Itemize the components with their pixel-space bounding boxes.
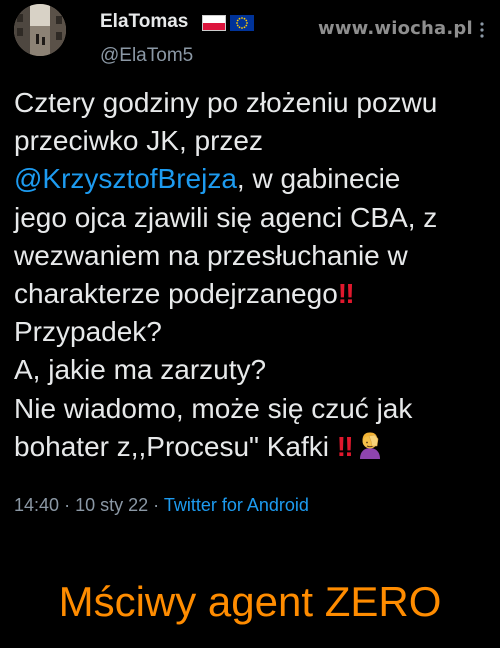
tweet-line-text: A, jakie ma zarzuty? [14, 354, 267, 386]
tweet-source-link[interactable]: Twitter for Android [164, 495, 309, 515]
meta-separator: · [153, 495, 160, 515]
more-options-icon[interactable] [480, 22, 484, 40]
tweet-time[interactable]: 14:40 [14, 495, 59, 515]
tweet-text: Cztery godziny po złożeniu pozwu przeciw… [14, 84, 494, 466]
tweet-line: wezwaniem na przesłuchanie w [14, 237, 494, 275]
tweet-line: charakterze podejrzanego‼ [14, 275, 494, 313]
tweet-line-text: Nie wiadomo, może się czuć jak [14, 392, 413, 424]
double-exclamation-icon: ‼ [336, 430, 354, 462]
tweet-line: Przypadek? [14, 313, 494, 351]
meme-caption: Mściwy agent ZERO [58, 578, 442, 625]
user-handle[interactable]: @ElaTom5 [100, 45, 193, 67]
user-display-name[interactable]: ElaTomas [100, 11, 188, 33]
mention-link[interactable]: @KrzysztofBrejza [14, 163, 237, 194]
tweet-metadata: 14:40 · 10 sty 22 · Twitter for Android [14, 495, 309, 516]
tweet-line-text: wezwaniem na przesłuchanie w [14, 239, 408, 271]
tweet-line-text: jego ojca zjawili się agenci CBA, z [14, 201, 438, 233]
avatar[interactable] [14, 4, 66, 56]
tweet-line: bohater z,,Procesu" Kafki ‼ [14, 428, 494, 466]
tweet-line-text: , w gabinecie [236, 163, 401, 195]
tweet-date[interactable]: 10 sty 22 [75, 495, 148, 515]
tweet-line: Cztery godziny po złożeniu pozwu [14, 84, 494, 122]
eu-flag-icon [230, 15, 254, 31]
tweet-line-text: charakterze podejrzanego [14, 277, 338, 309]
tweet-line-text: bohater z,,Procesu" Kafki [14, 430, 337, 462]
tweet-line-text: Przypadek? [14, 316, 162, 348]
tweet-line: Nie wiadomo, może się czuć jak [14, 390, 494, 428]
site-watermark: www.wiocha.pl [318, 18, 473, 39]
pl-flag-icon [202, 15, 226, 31]
tweet-line: jego ojca zjawili się agenci CBA, z [14, 199, 494, 237]
meta-separator: · [64, 495, 71, 515]
tweet-line: A, jakie ma zarzuty? [14, 351, 494, 389]
tweet-line: przeciwko JK, przez [14, 122, 494, 160]
tweet-line: @KrzysztofBrejza, w gabinecie [14, 160, 494, 198]
tweet-line-text: przeciwko JK, przez [14, 125, 263, 157]
tweet-line-text: Cztery godziny po złożeniu pozwu [14, 87, 438, 118]
double-exclamation-icon: ‼ [337, 277, 355, 309]
facepalm-icon [355, 430, 385, 470]
